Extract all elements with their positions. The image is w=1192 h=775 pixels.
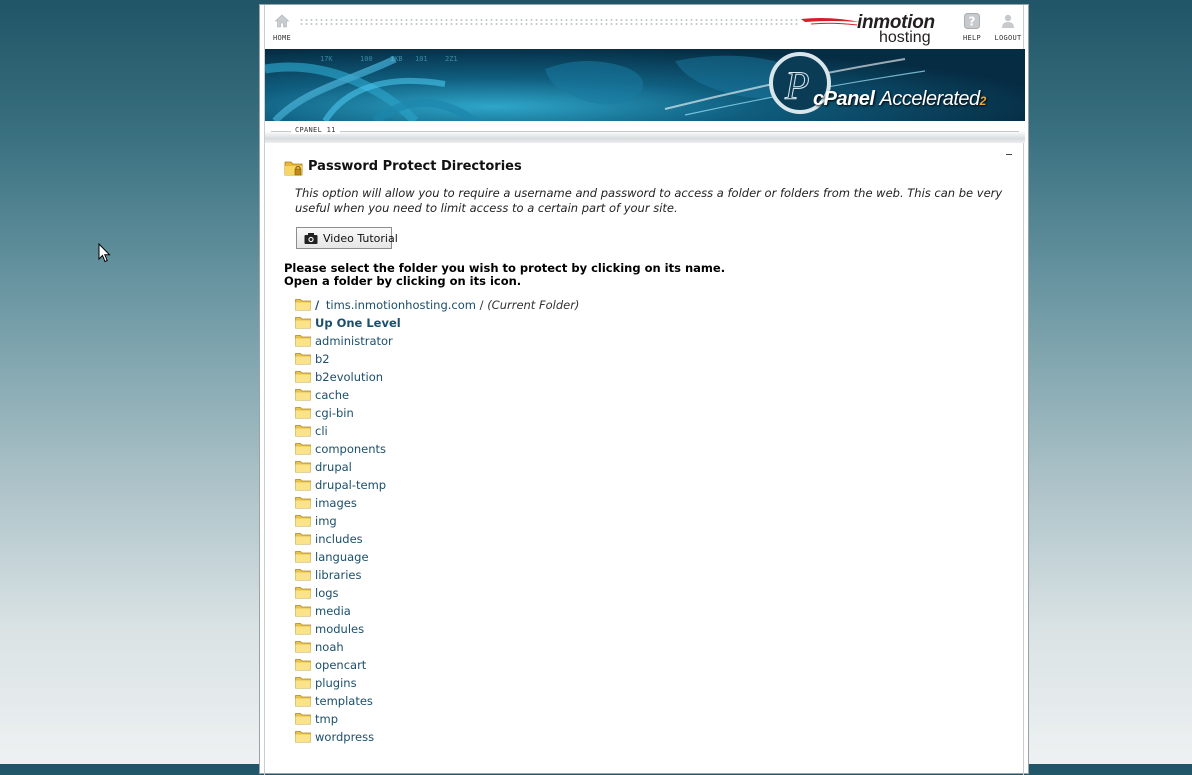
folder-link[interactable]: cli [315,424,328,438]
folder-link[interactable]: cache [315,388,349,402]
instructions: Please select the folder you wish to pro… [284,262,725,288]
domain-link[interactable]: tims.inmotionhosting.com [326,298,476,312]
folder-link[interactable]: tmp [315,712,338,726]
cpanel-accelerated-title: cPanel Accelerated2 [813,88,986,111]
minimize-dash[interactable] [1006,154,1012,155]
folder-icon[interactable] [295,352,311,365]
folder-icon[interactable] [295,640,311,653]
folder-icon[interactable] [295,730,311,743]
dotted-divider [299,18,799,26]
version-divider [271,131,1019,132]
folder-link[interactable]: noah [315,640,344,654]
folder-link[interactable]: plugins [315,676,357,690]
folder-icon[interactable] [295,442,311,455]
camera-icon [304,233,318,244]
mouse-pointer-icon [98,243,111,263]
instruction-select: Please select the folder you wish to pro… [284,261,726,275]
folder-link[interactable]: drupal [315,460,352,474]
folder-link[interactable]: cgi-bin [315,406,354,420]
home-label: HOME [272,34,292,42]
svg-text:2Z1: 2Z1 [445,55,458,63]
folder-link[interactable]: includes [315,532,363,546]
help-label: HELP [962,34,982,42]
folder-icon[interactable] [295,370,311,383]
svg-text:?: ? [969,15,976,29]
current-path: / tims.inmotionhosting.com / (Current Fo… [315,298,579,312]
svg-text:101: 101 [415,55,428,63]
folder-link[interactable]: images [315,496,357,510]
help-button[interactable]: ? HELP [955,13,989,42]
logout-label: LOGOUT [994,34,1022,42]
user-icon [1002,14,1014,28]
up-one-level-link[interactable]: Up One Level [315,316,401,330]
folder-icon[interactable] [295,658,311,671]
folder-icon[interactable] [295,478,311,491]
home-button[interactable]: HOME [265,13,299,42]
brand-sub: hosting [879,29,931,46]
svg-text:P: P [784,63,809,108]
cpanel-banner: 17K 100 1KB 101 2Z1 P cPanel Accelerated2 [265,49,1025,121]
folder-link[interactable]: wordpress [315,730,374,744]
folder-icon[interactable] [295,334,311,347]
svg-text:17K: 17K [320,55,333,63]
folder-icon[interactable] [295,604,311,617]
home-icon [274,14,290,28]
help-icon: ? [964,13,980,29]
locked-folder-icon [284,161,303,176]
folder-link[interactable]: language [315,550,369,564]
page-container: HOME inmotion hosting ? HELP LOGOUT 17K … [264,5,1025,775]
folder-icon[interactable] [295,712,311,725]
page-description: This option will allow you to require a … [295,186,1003,215]
folder-link[interactable]: modules [315,622,364,636]
top-bar: HOME inmotion hosting ? HELP LOGOUT [265,5,1025,49]
video-tutorial-label: Video Tutorial [323,232,398,245]
folder-link[interactable]: libraries [315,568,361,582]
logo-swoosh-icon [801,18,859,26]
folder-icon[interactable] [295,550,311,563]
folder-link[interactable]: b2 [315,352,330,366]
current-folder-label: (Current Folder) [487,298,580,312]
svg-text:100: 100 [360,55,373,63]
folder-link[interactable]: drupal-temp [315,478,386,492]
video-tutorial-button[interactable]: Video Tutorial [296,227,398,249]
folder-link[interactable]: opencart [315,658,366,672]
path-separator: / [479,298,484,312]
folder-icon[interactable] [295,676,311,689]
folder-link[interactable]: img [315,514,337,528]
folder-icon[interactable] [295,586,311,599]
folder-icon[interactable] [295,388,311,401]
folder-link[interactable]: components [315,442,386,456]
folder-link[interactable]: administrator [315,334,393,348]
folder-link[interactable]: logs [315,586,339,600]
logout-button[interactable]: LOGOUT [991,13,1025,42]
instruction-open: Open a folder by clicking on its icon. [284,274,522,288]
folder-link[interactable]: templates [315,694,373,708]
cpanel-version: CPANEL 11 [291,126,340,134]
root-link[interactable]: / [315,298,319,312]
folder-icon[interactable] [295,568,311,581]
cpanel-version-mark: 2 [979,94,987,108]
folder-icon[interactable] [295,298,311,311]
cpanel-window: HOME inmotion hosting ? HELP LOGOUT 17K … [259,4,1029,775]
folder-icon[interactable] [295,406,311,419]
cpanel-product-name: cPanel [813,88,875,110]
folder-icon[interactable] [295,460,311,473]
version-bar: CPANEL 11 [265,121,1025,143]
folder-icon[interactable] [295,532,311,545]
folder-icon[interactable] [295,694,311,707]
cpanel-product-suffix: Accelerated [879,88,981,110]
folder-icon[interactable] [295,316,311,329]
folder-link[interactable]: b2evolution [315,370,383,384]
folder-icon[interactable] [295,622,311,635]
folder-icon[interactable] [295,514,311,527]
svg-text:1KB: 1KB [390,55,403,63]
folder-icon[interactable] [295,424,311,437]
folder-icon[interactable] [295,496,311,509]
page-title: Password Protect Directories [308,159,522,174]
folder-link[interactable]: media [315,604,351,618]
